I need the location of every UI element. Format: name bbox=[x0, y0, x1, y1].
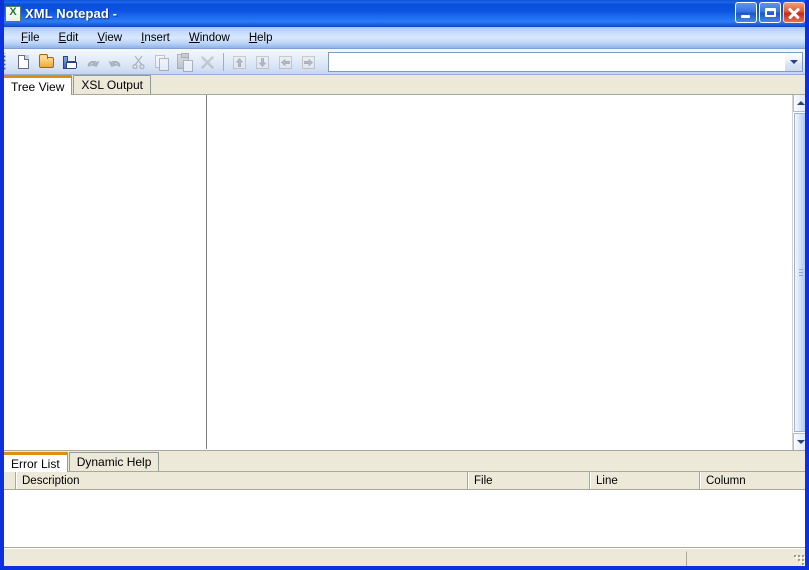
tab-xsl-output[interactable]: XSL Output bbox=[73, 75, 151, 94]
menu-label-file: ile bbox=[28, 31, 40, 44]
tab-dynamic-help[interactable]: Dynamic Help bbox=[68, 452, 160, 471]
column-header-line-label: Line bbox=[596, 474, 618, 487]
minimize-button[interactable] bbox=[735, 2, 757, 23]
toolbar-grip[interactable] bbox=[4, 52, 9, 71]
status-message-panel bbox=[4, 551, 686, 567]
open-folder-icon bbox=[35, 51, 58, 73]
redo-arrow-icon bbox=[104, 51, 127, 73]
menu-item-window[interactable]: Window bbox=[180, 30, 240, 46]
scroll-down-arrow-icon bbox=[797, 440, 805, 444]
floppy-disk-icon bbox=[58, 51, 81, 73]
title-bar[interactable]: XML Notepad - bbox=[4, 0, 805, 27]
menu-label-view: iew bbox=[104, 31, 123, 44]
address-input[interactable] bbox=[329, 53, 784, 70]
nudge-left-icon bbox=[274, 51, 297, 73]
window-controls bbox=[735, 2, 805, 23]
delete-button[interactable] bbox=[196, 51, 219, 73]
undo-button[interactable] bbox=[81, 51, 104, 73]
xml-tree-pane[interactable] bbox=[4, 95, 204, 450]
resize-grip-icon[interactable] bbox=[794, 555, 805, 566]
column-header-file[interactable]: File bbox=[469, 472, 591, 489]
nudge-right-icon bbox=[297, 51, 320, 73]
main-tab-strip: Tree View XSL Output bbox=[4, 75, 805, 95]
scroll-up-arrow-icon bbox=[797, 101, 805, 105]
address-combo-dropdown-button[interactable] bbox=[784, 52, 802, 71]
menu-item-view[interactable]: View bbox=[88, 30, 132, 46]
column-header-description[interactable]: Description bbox=[17, 472, 469, 489]
column-header-file-label: File bbox=[474, 474, 493, 487]
toolbar bbox=[4, 49, 805, 75]
tab-xsl-output-label: XSL Output bbox=[81, 78, 143, 92]
save-button[interactable] bbox=[58, 51, 81, 73]
tab-error-list-label: Error List bbox=[11, 456, 60, 471]
column-header-icon[interactable] bbox=[4, 472, 17, 489]
scroll-down-button[interactable] bbox=[793, 433, 805, 450]
address-combo[interactable] bbox=[328, 51, 803, 72]
scroll-up-button[interactable] bbox=[793, 95, 805, 112]
nudge-up-button[interactable] bbox=[228, 51, 251, 73]
redo-button[interactable] bbox=[104, 51, 127, 73]
copy-button[interactable] bbox=[150, 51, 173, 73]
nudge-right-button[interactable] bbox=[297, 51, 320, 73]
nudge-left-button[interactable] bbox=[274, 51, 297, 73]
column-header-column-label: Column bbox=[706, 474, 746, 487]
new-button[interactable] bbox=[12, 51, 35, 73]
node-value-pane[interactable] bbox=[209, 95, 792, 450]
copy-pages-icon bbox=[150, 51, 173, 73]
vertical-scrollbar[interactable] bbox=[792, 95, 805, 450]
menu-item-insert[interactable]: Insert bbox=[132, 30, 180, 46]
toolbar-separator bbox=[223, 52, 224, 71]
close-button[interactable] bbox=[783, 2, 805, 23]
menu-item-file[interactable]: File bbox=[12, 30, 50, 46]
menu-item-edit[interactable]: Edit bbox=[50, 30, 89, 46]
clipboard-icon bbox=[173, 51, 196, 73]
tab-dynamic-help-label: Dynamic Help bbox=[76, 455, 152, 469]
column-header-column[interactable]: Column bbox=[701, 472, 805, 489]
bottom-tab-strip: Error List Dynamic Help bbox=[4, 451, 805, 472]
undo-arrow-icon bbox=[81, 51, 104, 73]
xml-notepad-window: XML Notepad - File Edit View Insert Wind… bbox=[0, 0, 809, 570]
error-list-panel: Description File Line Column bbox=[4, 472, 805, 548]
paste-button[interactable] bbox=[173, 51, 196, 73]
menu-label-help: elp bbox=[257, 31, 273, 44]
window-title: XML Notepad - bbox=[25, 6, 118, 21]
maximize-restore-button[interactable] bbox=[759, 2, 781, 23]
chevron-down-icon bbox=[789, 59, 798, 64]
tab-tree-view[interactable]: Tree View bbox=[4, 75, 73, 95]
new-document-icon bbox=[12, 51, 35, 73]
tab-tree-view-label: Tree View bbox=[11, 79, 65, 94]
tab-error-list[interactable]: Error List bbox=[4, 452, 68, 472]
status-secondary-panel bbox=[686, 550, 805, 566]
menu-label-edit: dit bbox=[66, 31, 79, 44]
error-list-body[interactable] bbox=[4, 490, 805, 547]
column-header-line[interactable]: Line bbox=[591, 472, 701, 489]
open-button[interactable] bbox=[35, 51, 58, 73]
nudge-down-icon bbox=[251, 51, 274, 73]
scrollbar-thumb[interactable] bbox=[794, 113, 805, 432]
nudge-up-icon bbox=[228, 51, 251, 73]
menu-label-window: indow bbox=[199, 31, 230, 44]
x-delete-icon bbox=[196, 51, 219, 73]
scrollbar-track[interactable] bbox=[793, 112, 805, 433]
scissors-icon bbox=[127, 51, 150, 73]
menu-item-help[interactable]: Help bbox=[240, 30, 283, 46]
column-header-description-label: Description bbox=[22, 474, 80, 487]
error-list-header: Description File Line Column bbox=[4, 472, 805, 490]
nudge-down-button[interactable] bbox=[251, 51, 274, 73]
status-bar bbox=[4, 548, 805, 567]
menu-label-insert: nsert bbox=[144, 31, 170, 44]
xml-document-icon bbox=[5, 5, 21, 22]
menu-bar: File Edit View Insert Window Help bbox=[4, 27, 805, 49]
main-content-area bbox=[4, 95, 805, 451]
cut-button[interactable] bbox=[127, 51, 150, 73]
